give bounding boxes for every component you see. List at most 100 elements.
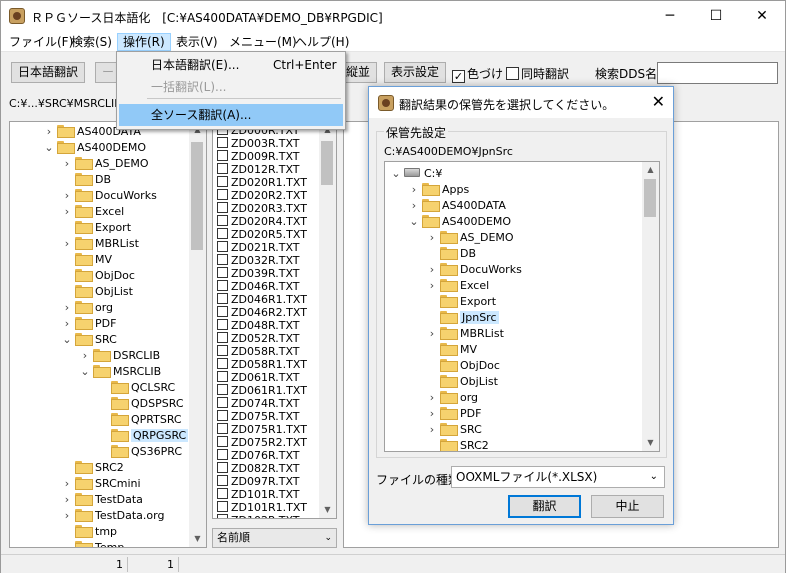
dialog-folder-item[interactable]: › DocuWorks (427, 262, 522, 278)
file-checkbox[interactable] (217, 267, 228, 278)
chevron-right-icon[interactable]: › (427, 326, 437, 342)
scroll-down-icon[interactable]: ▼ (189, 531, 206, 547)
file-scroll-down-icon[interactable]: ▼ (319, 502, 336, 518)
file-checkbox[interactable] (217, 345, 228, 356)
maximize-button[interactable]: ☐ (693, 1, 739, 31)
file-checkbox[interactable] (217, 176, 228, 187)
chevron-right-icon[interactable]: › (427, 406, 437, 422)
file-checkbox[interactable] (217, 436, 228, 447)
dialog-close-icon[interactable]: ✕ (652, 92, 665, 111)
file-checkbox[interactable] (217, 163, 228, 174)
menu-operation[interactable]: 操作(R) (117, 33, 171, 51)
file-list-item[interactable]: ZD046R.TXT (217, 280, 300, 293)
folder-tree-item[interactable]: QPRTSRC (98, 412, 182, 428)
folder-tree-item[interactable]: DB (62, 172, 111, 188)
file-checkbox[interactable] (217, 475, 228, 486)
file-list-item[interactable]: ZD048R.TXT (217, 319, 300, 332)
file-checkbox[interactable] (217, 501, 228, 512)
folder-tree-item[interactable]: › PDF (62, 316, 116, 332)
folder-tree-item[interactable]: ⌄ MSRCLIB (80, 364, 161, 380)
dialog-folder-item[interactable]: › PDF (427, 406, 481, 422)
file-list-item[interactable]: ZD020R4.TXT (217, 215, 307, 228)
chevron-down-icon[interactable]: ⌄ (62, 332, 72, 348)
chevron-right-icon[interactable]: › (427, 390, 437, 406)
chevron-right-icon[interactable]: › (427, 230, 437, 246)
file-checkbox[interactable] (217, 150, 228, 161)
file-list-item[interactable]: ZD058R1.TXT (217, 358, 307, 371)
file-list-item[interactable]: ZD009R.TXT (217, 150, 300, 163)
chevron-down-icon[interactable]: ⌄ (409, 214, 419, 230)
file-checkbox[interactable] (217, 358, 228, 369)
chevron-right-icon[interactable]: › (409, 198, 419, 214)
file-list-item[interactable]: ZD046R1.TXT (217, 293, 307, 306)
dialog-folder-item[interactable]: ⌄ C:¥ (391, 166, 442, 182)
file-checkbox[interactable] (217, 280, 228, 291)
chevron-right-icon[interactable]: › (62, 476, 72, 492)
file-list-item[interactable]: ZD012R.TXT (217, 163, 300, 176)
chevron-right-icon[interactable]: › (62, 300, 72, 316)
file-checkbox[interactable] (217, 293, 228, 304)
chevron-right-icon[interactable]: › (62, 156, 72, 172)
file-checkbox[interactable] (217, 306, 228, 317)
file-checkbox[interactable] (217, 241, 228, 252)
chevron-down-icon[interactable]: ⌄ (80, 364, 90, 380)
file-checkbox[interactable] (217, 384, 228, 395)
sort-order-combo[interactable]: 名前順 ⌄ (212, 528, 337, 548)
file-list-item[interactable]: ZD101R.TXT (217, 488, 300, 501)
file-list-item[interactable]: ZD075R.TXT (217, 410, 300, 423)
folder-tree-item[interactable]: QCLSRC (98, 380, 175, 396)
dialog-folder-item[interactable]: › AS_DEMO (427, 230, 514, 246)
file-checkbox[interactable] (217, 462, 228, 473)
menu-item-translate[interactable]: 日本語翻訳(E)... Ctrl+Enter (119, 54, 343, 76)
dialog-folder-item[interactable]: › AS400DATA (409, 198, 506, 214)
file-checkbox[interactable] (217, 371, 228, 382)
display-settings-button[interactable]: 表示設定 (384, 62, 447, 83)
file-list-item[interactable]: ZD074R.TXT (217, 397, 300, 410)
file-list-item[interactable]: ZD046R2.TXT (217, 306, 307, 319)
menu-item-batch-translate[interactable]: 一括翻訳(L)... (119, 76, 343, 98)
file-scroll-thumb[interactable] (321, 141, 333, 185)
file-list-item[interactable]: ZD020R3.TXT (217, 202, 307, 215)
folder-tree-item[interactable]: › org (62, 300, 113, 316)
dialog-folder-item[interactable]: DB (427, 246, 476, 262)
dialog-folder-item[interactable]: JpnSrc (427, 310, 499, 326)
dialog-scroll-down-icon[interactable]: ▼ (642, 435, 659, 451)
colorize-checkbox[interactable]: ✓ 色づけ (452, 65, 503, 83)
dialog-folder-item[interactable]: SRC2 (427, 438, 489, 451)
chevron-right-icon[interactable]: › (62, 316, 72, 332)
folder-tree-item[interactable]: ⌄ SRC (62, 332, 117, 348)
folder-tree-item[interactable]: › DocuWorks (62, 188, 157, 204)
folder-tree-item[interactable]: › SRCmini (62, 476, 141, 492)
chevron-right-icon[interactable]: › (427, 422, 437, 438)
chevron-right-icon[interactable]: › (62, 188, 72, 204)
dialog-folder-item[interactable]: ObjDoc (427, 358, 500, 374)
dialog-folder-item[interactable]: › MBRList (427, 326, 504, 342)
chevron-right-icon[interactable]: › (427, 278, 437, 294)
file-list-item[interactable]: ZD061R.TXT (217, 371, 300, 384)
dialog-folder-item[interactable]: › Excel (427, 278, 489, 294)
chevron-right-icon[interactable]: › (62, 508, 72, 524)
file-checkbox[interactable] (217, 215, 228, 226)
partial-translate-button[interactable]: ー (95, 62, 117, 83)
file-checkbox[interactable] (217, 332, 228, 343)
close-button[interactable]: ✕ (739, 1, 785, 31)
file-checkbox[interactable] (217, 410, 228, 421)
file-list-item[interactable]: ZD075R2.TXT (217, 436, 307, 449)
dialog-folder-item[interactable]: Export (427, 294, 496, 310)
file-list-item[interactable]: ZD032R.TXT (217, 254, 300, 267)
file-list-item[interactable]: ZD075R1.TXT (217, 423, 307, 436)
file-list-scrollbar[interactable]: ▲ ▼ (319, 122, 336, 518)
menu-item-all-sources[interactable]: 全ソース翻訳(A)... (119, 104, 343, 126)
chevron-right-icon[interactable]: › (427, 262, 437, 278)
folder-tree-item[interactable]: QDSPSRC (98, 396, 184, 412)
dialog-folder-item[interactable]: MV (427, 342, 477, 358)
search-dds-input[interactable] (657, 62, 778, 84)
dialog-scroll-up-icon[interactable]: ▲ (642, 162, 659, 178)
chevron-right-icon[interactable]: › (62, 236, 72, 252)
tree-vertical-scrollbar[interactable]: ▲ ▼ (189, 122, 206, 547)
file-list-item[interactable]: ZD020R1.TXT (217, 176, 307, 189)
chevron-right-icon[interactable]: › (62, 492, 72, 508)
folder-tree-item[interactable]: › AS_DEMO (62, 156, 149, 172)
simultaneous-translate-checkbox[interactable]: 同時翻訳 (506, 65, 569, 82)
folder-tree-item[interactable]: › MBRList (62, 236, 139, 252)
